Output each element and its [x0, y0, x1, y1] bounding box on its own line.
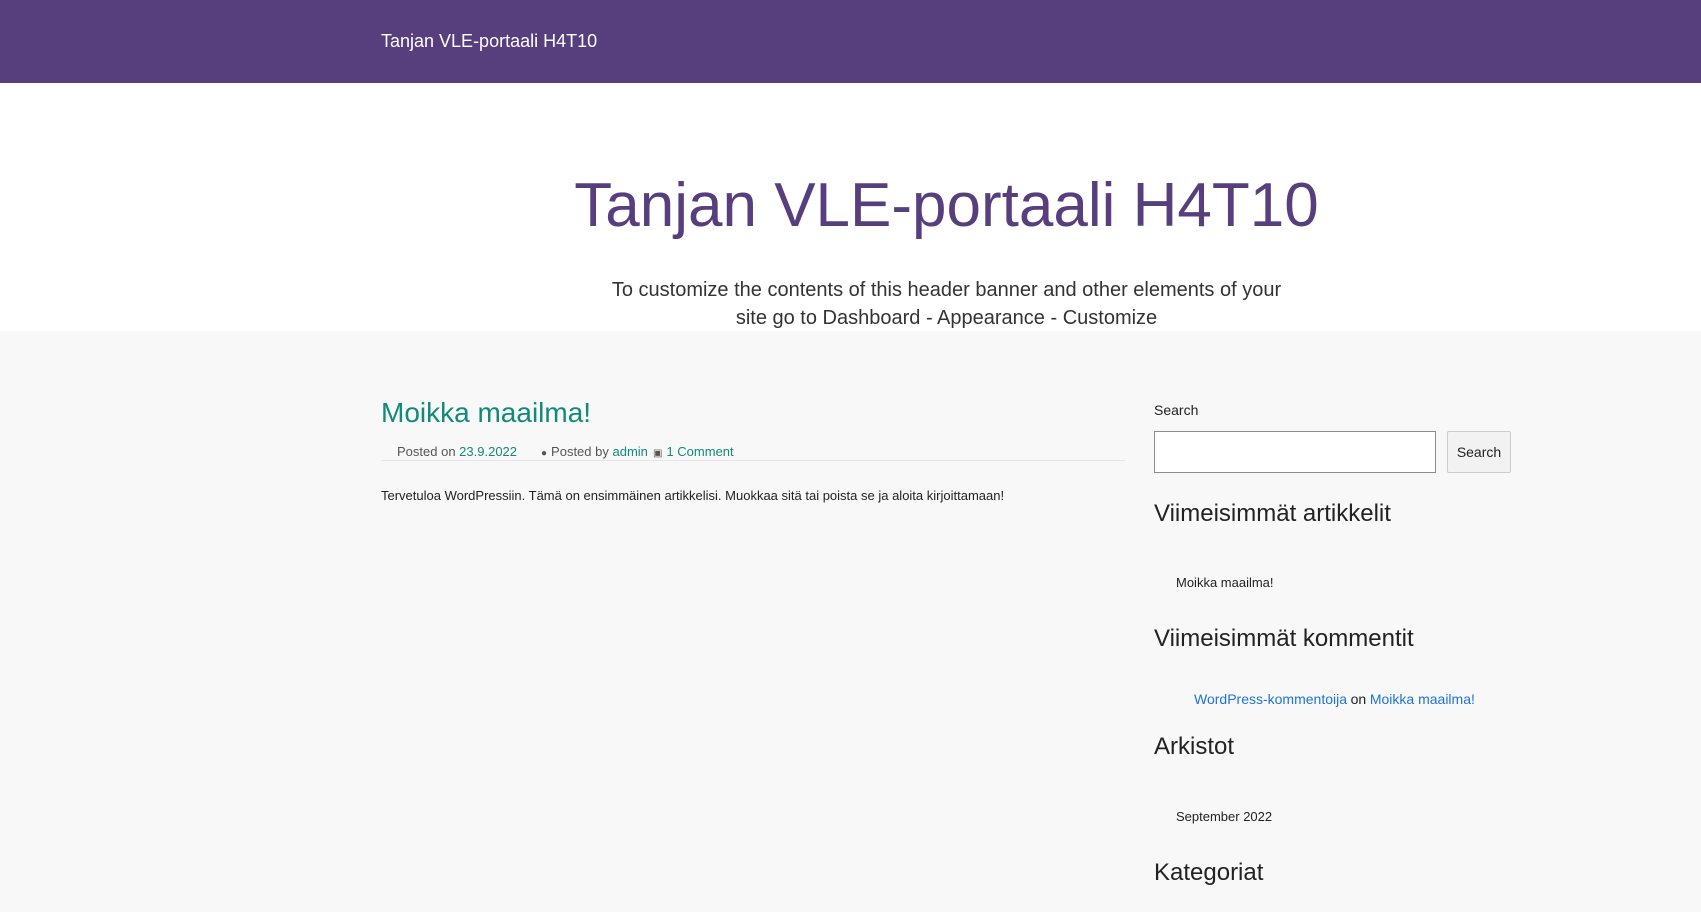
post-comments-link[interactable]: 1 Comment [666, 444, 733, 459]
post-title[interactable]: Moikka maailma! [381, 397, 591, 429]
recent-comments-title: Viimeisimmät kommentit [1154, 625, 1414, 652]
recent-post-link[interactable]: Moikka maailma! [1176, 575, 1274, 590]
recent-posts-title: Viimeisimmät artikkelit [1154, 500, 1391, 527]
post-meta: Posted on 23.9.2022 ● Posted by admin ▣ 1 … [381, 436, 1125, 461]
recent-post-item[interactable]: Moikka maailma! [1176, 575, 1274, 590]
posted-on-label: Posted on [397, 444, 456, 459]
search-button[interactable]: Search [1447, 431, 1511, 473]
post-date-meta: Posted on 23.9.2022 [397, 444, 517, 459]
post-body: Tervetuloa WordPressiin. Tämä on ensimmä… [381, 488, 1005, 503]
search-label: Search [1154, 402, 1199, 418]
archives-title: Arkistot [1154, 733, 1235, 760]
archive-link[interactable]: September 2022 [1176, 809, 1272, 824]
archive-item[interactable]: September 2022 [1176, 809, 1272, 824]
search-input[interactable] [1154, 431, 1436, 473]
comment-icon: ▣ [653, 448, 663, 459]
user-icon: ● [541, 448, 548, 459]
post-title-link[interactable]: Moikka maailma! [381, 397, 591, 428]
categories-title: Kategoriat [1154, 859, 1264, 886]
post-author-link[interactable]: admin [613, 444, 648, 459]
post-author-meta: ● Posted by admin [541, 444, 648, 459]
post-date-link[interactable]: 23.9.2022 [459, 444, 517, 459]
header-title: Tanjan VLE-portaali H4T10 [574, 171, 1319, 240]
comment-on-text: on [1350, 691, 1367, 707]
comment-post-link[interactable]: Moikka maailma! [1370, 691, 1475, 707]
site-name-link[interactable]: Tanjan VLE-portaali H4T10 [381, 31, 597, 52]
recent-comment-item: WordPress-kommentoija on Moikka maailma! [1194, 691, 1475, 707]
comment-author-link[interactable]: WordPress-kommentoija [1194, 691, 1347, 707]
header-description: To customize the contents of this header… [611, 279, 1282, 329]
posted-by-label: Posted by [551, 444, 609, 459]
post-comments-meta: ▣ 1 Comment [653, 444, 734, 459]
header-banner: Tanjan VLE-portaali H4T10 To customize t… [0, 83, 1701, 331]
top-bar: Tanjan VLE-portaali H4T10 [0, 0, 1701, 83]
